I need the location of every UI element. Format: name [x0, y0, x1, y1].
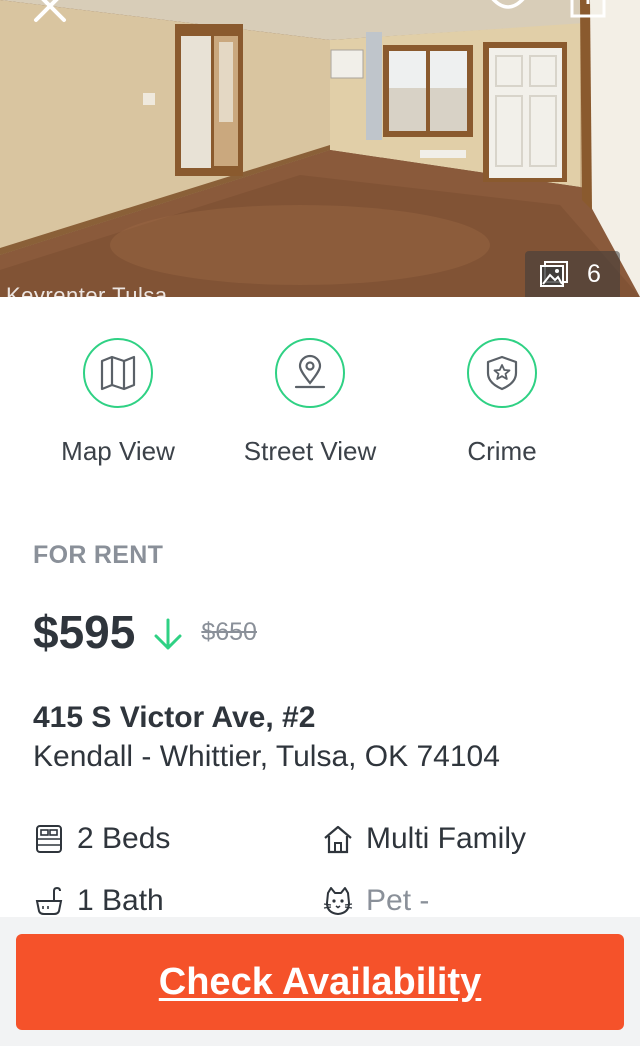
- pets-label: Pet -: [366, 884, 430, 917]
- check-availability-button[interactable]: Check Availability: [16, 934, 624, 1030]
- cat-icon: [323, 887, 353, 915]
- property-type-label: Multi Family: [366, 822, 527, 855]
- crime-button[interactable]: Crime: [402, 338, 602, 467]
- baths-label: 1 Bath: [77, 884, 164, 917]
- map-icon: [100, 355, 136, 391]
- street-view-label: Street View: [243, 436, 377, 466]
- baths-feature: 1 Bath: [33, 884, 164, 918]
- shield-star-icon: [486, 355, 518, 391]
- listing-status: FOR RENT: [33, 541, 164, 569]
- price-drop-arrow-icon: [154, 618, 182, 650]
- house-icon: [324, 825, 352, 854]
- pets-feature: Pet -: [322, 884, 429, 918]
- street-view-circle: [275, 338, 345, 408]
- beds-feature: 2 Beds: [33, 822, 170, 856]
- favorite-button[interactable]: [488, 0, 528, 26]
- share-button[interactable]: [568, 0, 608, 26]
- map-view-button[interactable]: Map View: [18, 338, 218, 467]
- gallery-icon: [540, 261, 568, 287]
- listing-detail-page: Keyrenter Tulsa 6 Map View Street View C…: [0, 0, 640, 1046]
- street-view-button[interactable]: Street View: [210, 338, 410, 467]
- street-address: 415 S Victor Ave, #2: [33, 701, 316, 734]
- previous-price: $650: [201, 617, 257, 646]
- beds-label: 2 Beds: [77, 822, 171, 855]
- close-button[interactable]: [30, 0, 70, 26]
- price: $595: [33, 606, 136, 658]
- photo-count-badge[interactable]: 6: [525, 251, 620, 297]
- listing-photo[interactable]: Keyrenter Tulsa 6: [0, 0, 640, 297]
- crime-label: Crime: [467, 436, 537, 466]
- map-view-circle: [83, 338, 153, 408]
- close-icon: [34, 0, 66, 22]
- location-pin-icon: [294, 354, 326, 389]
- heart-icon: [491, 0, 525, 9]
- map-view-label: Map View: [61, 436, 175, 466]
- property-type-feature: Multi Family: [322, 822, 526, 856]
- crime-circle: [467, 338, 537, 408]
- bed-icon: [36, 825, 62, 853]
- bath-icon: [35, 886, 63, 915]
- price-row: $595 $650: [33, 604, 257, 660]
- locality-address: Kendall - Whittier, Tulsa, OK 74104: [33, 740, 500, 773]
- photo-watermark: Keyrenter Tulsa: [6, 283, 168, 297]
- photo-count: 6: [587, 259, 601, 288]
- share-icon: [570, 0, 606, 18]
- bottom-action-bar: Check Availability: [0, 917, 640, 1046]
